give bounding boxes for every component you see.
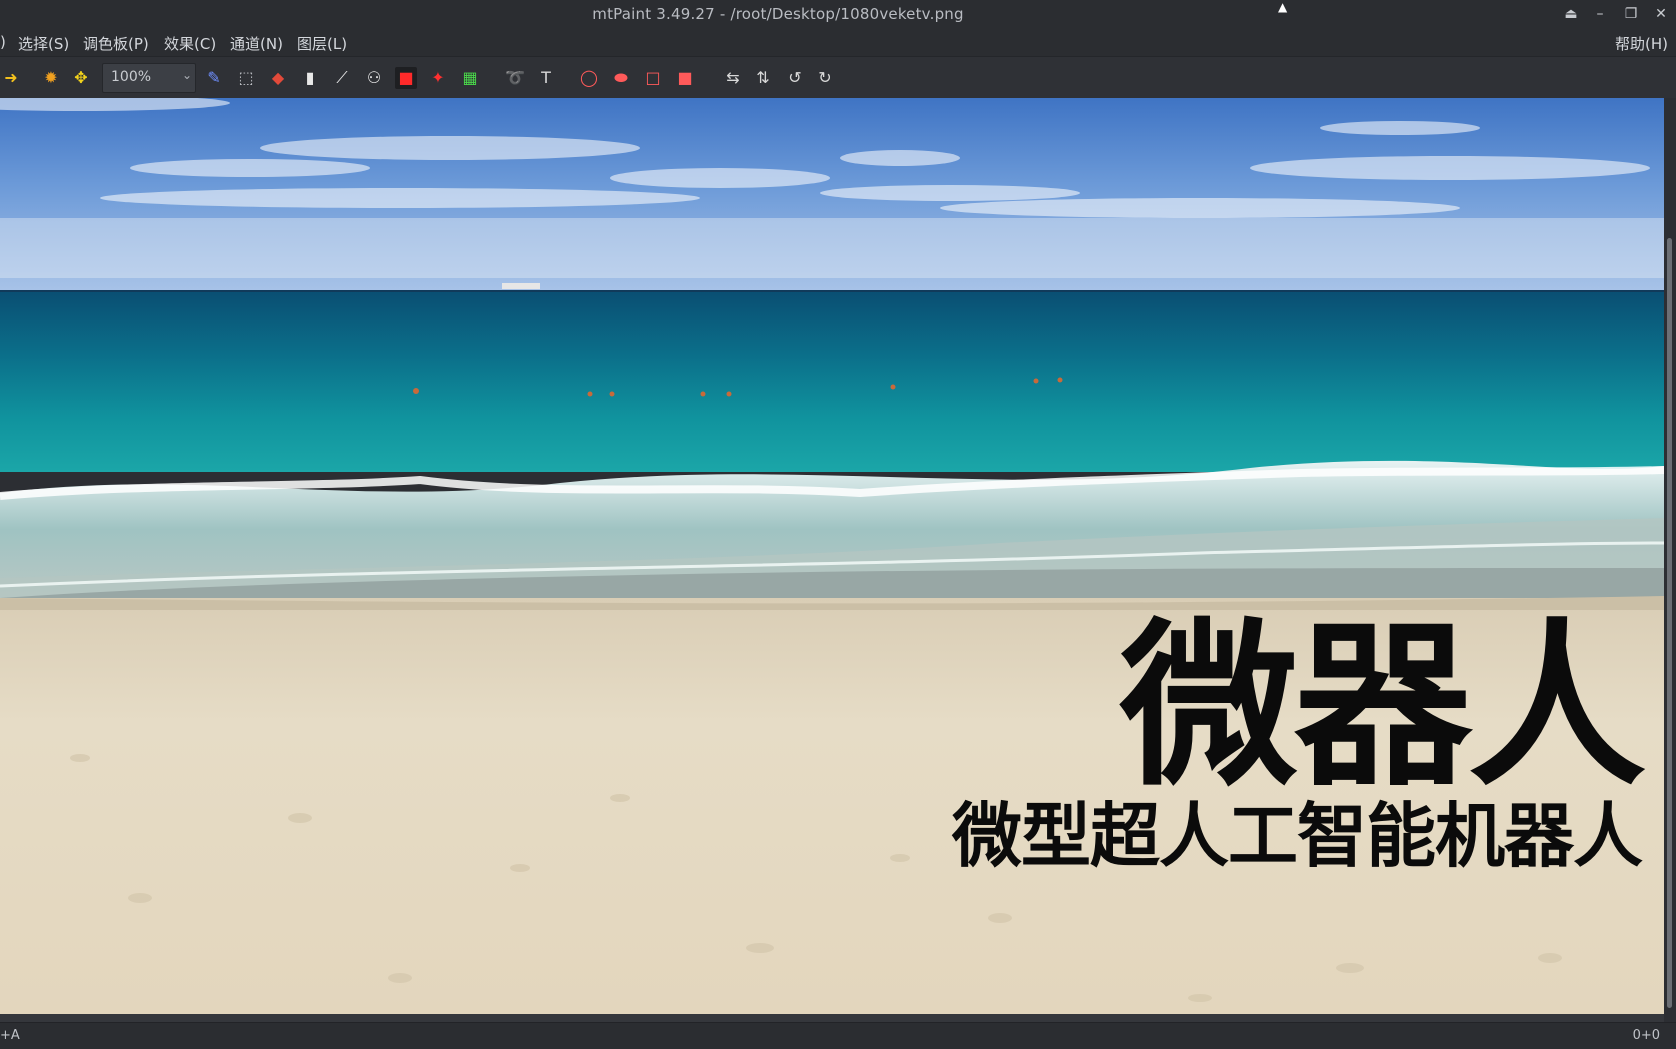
rotate-left-icon[interactable]: ↺ [784, 67, 806, 89]
rect-filled-icon[interactable]: ■ [674, 67, 696, 89]
title-bar: mtPaint 3.49.27 - /root/Desktop/1080veke… [0, 0, 1676, 28]
rotate-right-icon[interactable]: ↻ [814, 67, 836, 89]
menu-bar: ) 选择(S) 调色板(P) 效果(C) 通道(N) 图层(L) 帮助(H) [0, 28, 1676, 57]
menu-item-effects[interactable]: 效果(C) [164, 33, 216, 54]
restore-button[interactable]: ❐ [1620, 4, 1642, 24]
arrow-right-icon[interactable]: ➜ [0, 67, 22, 89]
mouse-cursor-icon: ▲ [1278, 0, 1288, 14]
window-title: mtPaint 3.49.27 - /root/Desktop/1080veke… [592, 5, 964, 23]
menu-item-channels[interactable]: 通道(N) [230, 33, 283, 54]
dotted-rect-icon[interactable]: ⬚ [235, 67, 257, 89]
pencil-icon[interactable]: ✎ [203, 67, 225, 89]
brush-icon[interactable]: ⟋ [331, 67, 353, 89]
text-icon[interactable]: T [535, 67, 557, 89]
status-coordinates: 0+0 [1632, 1028, 1660, 1043]
sun-icon[interactable]: ✹ [40, 67, 62, 89]
ellipse-filled-icon[interactable]: ⬬ [610, 67, 632, 89]
vertical-scroll-thumb[interactable] [1667, 238, 1672, 1008]
flip-horizontal-icon[interactable]: ⇆ [722, 67, 744, 89]
ellipse-outline-icon[interactable]: ◯ [578, 67, 600, 89]
menu-item-select[interactable]: 选择(S) [18, 33, 69, 54]
menu-item-partial[interactable]: ) [0, 33, 6, 51]
close-button[interactable]: ✕ [1650, 4, 1672, 24]
canvas-subheadline: 微型超人工智能机器人 [952, 795, 1643, 877]
horizontal-scrollbar[interactable] [0, 1014, 1664, 1022]
select-rect-icon[interactable]: ■ [395, 67, 417, 89]
status-mode: +A [0, 1028, 20, 1043]
clone-icon[interactable]: ✦ [427, 67, 449, 89]
menu-item-help[interactable]: 帮助(H) [1615, 33, 1668, 54]
pan-icon[interactable]: ✥ [70, 67, 92, 89]
status-bar: +A 0+0 [0, 1022, 1676, 1049]
menu-item-palette[interactable]: 调色板(P) [83, 33, 149, 54]
menu-item-layers[interactable]: 图层(L) [297, 33, 347, 54]
image-canvas[interactable]: 微器人 微型超人工智能机器人 [0, 98, 1664, 1014]
zoom-select[interactable]: 100% ⌄ [102, 63, 196, 93]
canvas-headline: 微器人 [1120, 603, 1646, 810]
chevron-down-icon: ⌄ [181, 68, 192, 82]
fill-icon[interactable]: ◆ [267, 67, 289, 89]
symmetry-icon[interactable]: ⚇ [363, 67, 385, 89]
toolbar: ➜ ✹ ✥ 100% ⌄ ✎ ⬚ ◆ ▮ ⟋ ⚇ ■ ✦ ▦ ➰ T ◯ ⬬ □… [0, 57, 1676, 99]
zoom-value: 100% [111, 69, 152, 85]
vertical-scrollbar[interactable] [1664, 98, 1676, 1014]
palette-cursor-icon[interactable]: ▦ [459, 67, 481, 89]
lasso-icon[interactable]: ➰ [504, 67, 526, 89]
minimize-button[interactable]: – [1589, 4, 1611, 24]
rect-outline-icon[interactable]: □ [642, 67, 664, 89]
line-icon[interactable]: ▮ [299, 67, 321, 89]
flip-vertical-icon[interactable]: ⇅ [752, 67, 774, 89]
minimize-all-icon[interactable]: ⏏ [1560, 4, 1582, 24]
